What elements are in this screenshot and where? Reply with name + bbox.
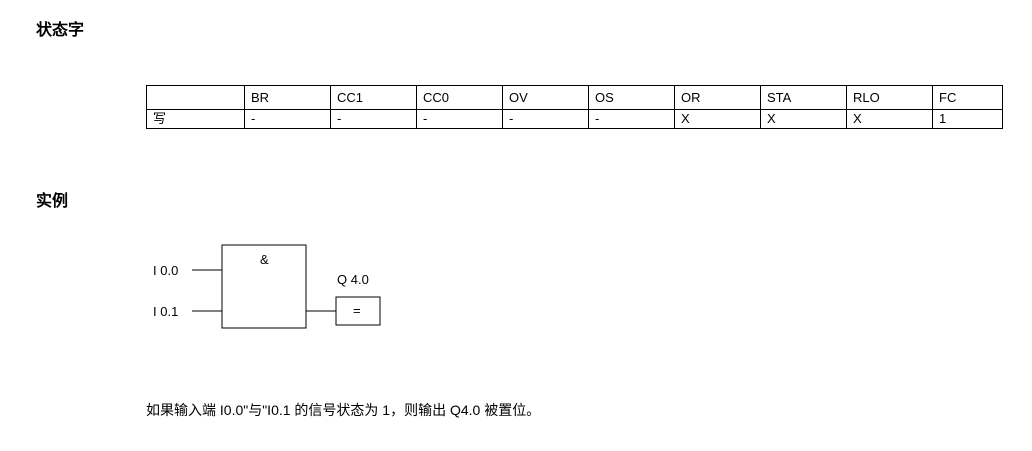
table-cell: - bbox=[330, 109, 417, 129]
table-cell: - bbox=[588, 109, 675, 129]
table-cell: X bbox=[846, 109, 933, 129]
table-cell: - bbox=[416, 109, 503, 129]
table-cell: 写 bbox=[146, 109, 245, 129]
and-gate-symbol: & bbox=[260, 252, 269, 267]
input-1-label: I 0.0 bbox=[153, 263, 179, 278]
fbd-and-diagram: & I 0.0 I 0.1 Q 4.0 = bbox=[140, 240, 400, 340]
example-description: 如果输入端 I0.0"与"I0.1 的信号状态为 1，则输出 Q4.0 被置位。 bbox=[146, 402, 541, 418]
table-header-cell: OR bbox=[674, 85, 761, 110]
table-header-cell: OS bbox=[588, 85, 675, 110]
section-heading-example: 实例 bbox=[36, 193, 69, 210]
table-header-cell bbox=[146, 85, 245, 110]
table-row: 写 - - - - - X X X 1 bbox=[146, 109, 1003, 129]
table-cell: - bbox=[502, 109, 589, 129]
table-header-cell: OV bbox=[502, 85, 589, 110]
table-cell: X bbox=[760, 109, 847, 129]
table-header-cell: CC1 bbox=[330, 85, 417, 110]
table-header-cell: CC0 bbox=[416, 85, 503, 110]
input-2-label: I 0.1 bbox=[153, 304, 179, 319]
fbd-diagram-lines bbox=[192, 244, 381, 329]
table-header-cell: BR bbox=[244, 85, 331, 110]
section-heading-status-word: 状态字 bbox=[36, 22, 85, 39]
table-header-row: BR CC1 CC0 OV OS OR STA RLO FC bbox=[146, 85, 1003, 110]
table-header-cell: RLO bbox=[846, 85, 933, 110]
table-cell: 1 bbox=[932, 109, 1003, 129]
table-header-cell: FC bbox=[932, 85, 1003, 110]
assign-symbol: = bbox=[353, 303, 361, 318]
table-cell: X bbox=[674, 109, 761, 129]
table-header-cell: STA bbox=[760, 85, 847, 110]
status-word-table: BR CC1 CC0 OV OS OR STA RLO FC 写 - - - -… bbox=[146, 85, 1003, 129]
table-cell: - bbox=[244, 109, 331, 129]
output-address-label: Q 4.0 bbox=[337, 272, 369, 287]
